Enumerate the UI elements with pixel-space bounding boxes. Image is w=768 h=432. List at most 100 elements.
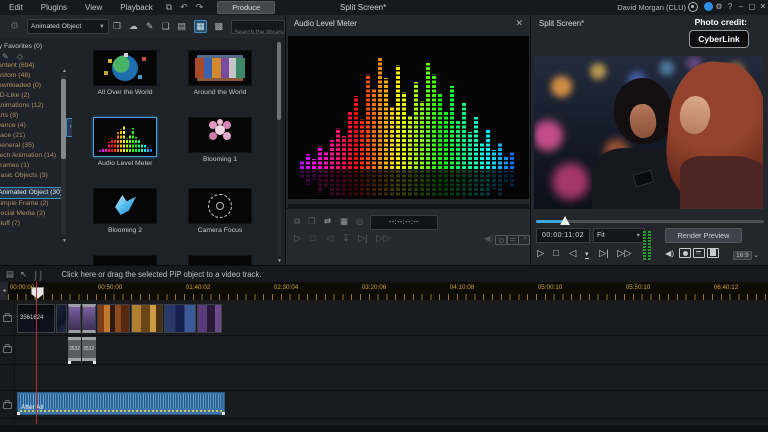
favorites-label[interactable]: My Favorites (0) (0, 43, 72, 50)
library-gear-icon[interactable]: ⚙ (10, 21, 19, 32)
video-clip[interactable] (164, 304, 196, 333)
cyberlink-button[interactable]: CyberLink (689, 30, 749, 48)
tag-icon[interactable]: ◇ (17, 52, 31, 61)
overlay-clip[interactable]: 3532 (68, 337, 81, 364)
snapshot-icon[interactable] (495, 235, 507, 245)
menu-item-view[interactable]: View (76, 3, 111, 12)
menu-item-plugins[interactable]: Plugins (32, 3, 76, 12)
menu-item-playback[interactable]: Playback (111, 3, 161, 12)
display-mode-icon[interactable] (693, 248, 705, 258)
library-item-blank[interactable] (180, 255, 260, 265)
library-item-audio-level-meter[interactable]: Audio Level Meter (85, 117, 165, 167)
grid-view-icon[interactable]: ▦ (194, 20, 207, 33)
sidebar-item-animated-object-30[interactable]: Animated Object (30) (0, 187, 66, 199)
search-box[interactable] (231, 19, 285, 34)
seek-thumb[interactable] (560, 216, 570, 225)
library-scroll-down-icon[interactable]: ▼ (277, 258, 282, 264)
play-button[interactable]: ▷ (537, 248, 544, 259)
clip-handle[interactable] (68, 361, 71, 364)
sidebar-scrollbar[interactable] (61, 75, 66, 235)
select-tool-icon[interactable]: ↖ (20, 269, 27, 280)
redo-icon[interactable]: ↷ (196, 2, 204, 13)
pin-icon[interactable]: ◎ (356, 216, 363, 227)
thumbnail-eq[interactable] (93, 117, 157, 157)
thumbnail-flower[interactable] (188, 117, 252, 153)
library-item-around-the-world[interactable]: Around the World (180, 50, 260, 96)
library-scrollbar[interactable] (277, 42, 281, 256)
close-icon[interactable]: ✕ (515, 18, 523, 29)
thumbnail-size-icon[interactable]: ▩ (215, 21, 224, 32)
undo-icon[interactable]: ↶ (180, 2, 188, 13)
library-item-all-over-the-world[interactable]: All Over the World (85, 50, 165, 96)
avatar-icon[interactable] (688, 2, 698, 12)
detach-preview-icon[interactable] (707, 248, 719, 258)
aspect-ratio-selector[interactable]: 16:9 ⌄ (733, 251, 759, 260)
create-object-icon[interactable]: ✎ (146, 21, 154, 32)
thumbnail-blank[interactable] (188, 255, 252, 265)
thumbnail-focus[interactable] (188, 188, 252, 224)
capture-screen-icon[interactable]: ⧉ (166, 2, 172, 13)
scroll-up-icon[interactable]: ▲ (62, 68, 67, 74)
video-clip[interactable] (131, 304, 163, 333)
produce-button[interactable]: Produce (217, 1, 276, 14)
motion-icon[interactable]: ⇄ (324, 216, 331, 227)
clip-handle[interactable] (17, 412, 20, 415)
library-item-blooming-1[interactable]: Blooming 1 (180, 117, 260, 163)
fast-forward-button[interactable]: ▷▷ (617, 248, 632, 259)
preview-timecode[interactable]: 00:00:11:02 (536, 228, 590, 243)
download-content-icon[interactable]: ☁ (129, 21, 138, 32)
clip-handle[interactable] (93, 361, 96, 364)
render-preview-button[interactable]: Render Preview (665, 228, 742, 243)
category-dropdown[interactable]: Animated Object ▼ (26, 19, 109, 34)
record-button[interactable]: ↧ (342, 233, 350, 244)
apply-icon[interactable]: ⧉ (294, 216, 300, 227)
scroll-down-icon[interactable]: ▼ (62, 238, 67, 244)
clip-handle[interactable] (222, 412, 225, 415)
marker-button[interactable]: ▾ (585, 250, 589, 259)
audio-clip[interactable]: After All (17, 392, 225, 415)
snapshot-icon[interactable] (679, 248, 691, 258)
video-clip[interactable] (97, 304, 130, 333)
overlay-clip[interactable]: 3532 (82, 337, 96, 364)
next-frame-button[interactable]: ▷| (358, 233, 368, 244)
seek-bar[interactable] (536, 216, 764, 225)
account-name[interactable]: David Morgan (CLU) (617, 3, 686, 12)
close-button[interactable]: ✕ (758, 2, 768, 11)
video-clip[interactable] (56, 304, 67, 333)
audio-volume-line[interactable] (20, 410, 222, 412)
previous-frame-button[interactable]: ◁ (569, 248, 576, 259)
thumbnail-blank[interactable] (93, 255, 157, 265)
new-page-icon[interactable]: ❏ (161, 21, 169, 32)
volume-icon[interactable]: ◀) (484, 234, 493, 243)
help-button[interactable]: ? (725, 2, 735, 11)
library-item-blank[interactable] (85, 255, 165, 265)
search-input[interactable] (232, 26, 285, 33)
share-icon[interactable]: ❐ (308, 216, 316, 227)
detach-preview-icon[interactable] (518, 235, 530, 245)
play-button[interactable]: ▷ (294, 233, 301, 244)
keyframe-icon[interactable]: ⌡⌡ (33, 270, 43, 280)
fit-dropdown[interactable]: Fit ▼ (593, 228, 645, 243)
video-clip[interactable] (68, 304, 81, 333)
timeline-ruler[interactable]: ◂ 00:00:00 00:50:00 01:40:02 02:30:04 03:20:… (0, 282, 768, 301)
stop-button[interactable]: □ (553, 248, 559, 259)
next-frame-button[interactable]: ▷| (599, 248, 609, 259)
minimize-button[interactable]: – (736, 2, 746, 11)
pen-icon[interactable]: ✎ (2, 52, 17, 61)
video-clip[interactable] (82, 304, 96, 333)
menu-item-edit[interactable]: Edit (0, 3, 32, 12)
library-item-blooming-2[interactable]: Blooming 2 (85, 188, 165, 234)
thumbnail-globe[interactable] (93, 50, 157, 86)
ruler-scroll-left-icon[interactable]: ◂ (0, 282, 8, 300)
library-scroll-thumb[interactable] (277, 42, 281, 120)
fast-forward-button[interactable]: ▷▷ (376, 233, 391, 244)
maximize-button[interactable]: ▢ (747, 2, 757, 11)
track-manager-icon[interactable]: ▤ (6, 269, 14, 280)
volume-icon[interactable]: ◀) (665, 249, 674, 258)
video-clip[interactable] (197, 304, 222, 333)
stop-button[interactable]: □ (310, 233, 316, 244)
thumbnail-collage[interactable] (188, 50, 252, 86)
import-media-icon[interactable]: ❐ (113, 21, 121, 32)
previous-frame-button[interactable]: ◁ (326, 233, 333, 244)
thumbnail-bird[interactable] (93, 188, 157, 224)
